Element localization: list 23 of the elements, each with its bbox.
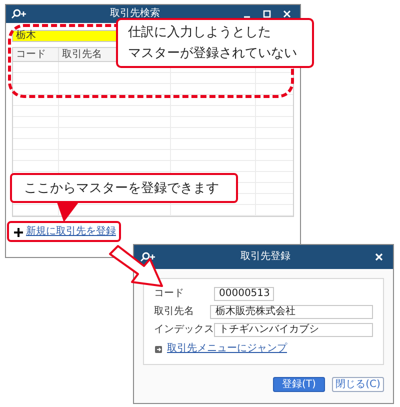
callout-text: ここからマスターを登録できます [24,182,219,194]
search-add-icon[interactable] [11,9,27,19]
plus-icon [14,228,23,236]
text-field[interactable]: 00000513 [214,287,274,301]
register-button[interactable]: 登録(T) [273,377,325,392]
field-label: コード [154,289,185,299]
search-add-icon[interactable] [140,252,156,262]
new-client-link[interactable]: 新規に取引先を登録 [26,227,116,237]
window-title: 取引先登録 [240,252,292,262]
column-header[interactable]: コード [16,50,46,60]
jump-link[interactable]: 取引先メニューにジャンプ [167,344,287,354]
close-icon[interactable] [283,10,291,18]
text-field[interactable]: トチギハンバイカブシ [214,323,373,337]
callout-text: 仕訳に入力しようとした マスターが登録されていない [128,24,297,63]
maximize-icon[interactable] [263,10,271,18]
window-title: 取引先検索 [109,9,161,19]
field-label: 取引先名 [154,307,195,317]
close-icon[interactable] [375,253,383,261]
close-button[interactable]: 閉じる(C) [332,377,384,392]
column-header[interactable]: 取引先名 [62,50,102,60]
jump-icon [154,344,163,354]
text-field[interactable]: 栃木販売株式会社 [210,305,373,319]
field-label: インデックス [154,325,214,335]
